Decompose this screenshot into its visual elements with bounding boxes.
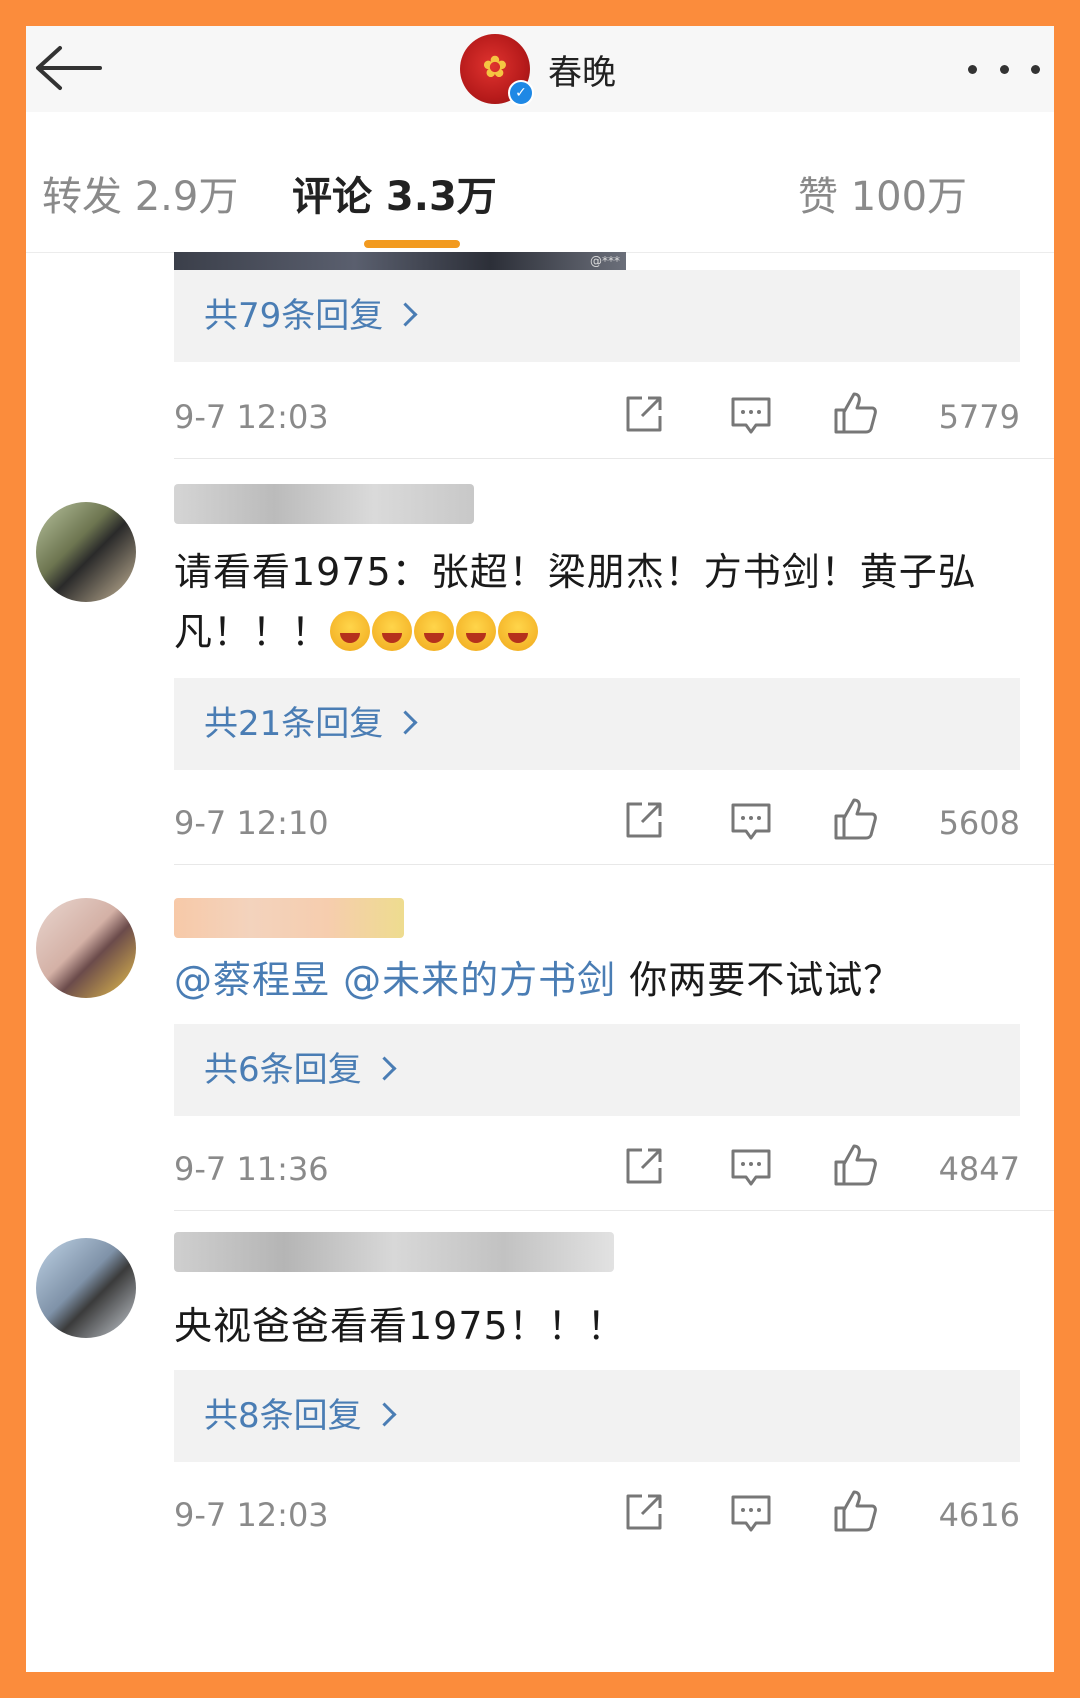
username-blurred[interactable] bbox=[174, 898, 404, 938]
emoji-row bbox=[330, 610, 540, 654]
chevron-right-icon bbox=[372, 1056, 397, 1081]
like-count: 5608 bbox=[938, 804, 1020, 842]
comment-text: 请看看1975：张超！梁朋杰！方书剑！黄子弘凡！！！ bbox=[174, 550, 977, 654]
username-blurred[interactable] bbox=[174, 1232, 614, 1272]
tab-comments[interactable]: 评论 3.3万 bbox=[292, 174, 497, 220]
comment-meta: 9-7 12:10 5608 bbox=[174, 796, 1020, 846]
like-count: 4847 bbox=[938, 1150, 1020, 1188]
thumbs-up-icon[interactable] bbox=[832, 796, 878, 842]
comment-time: 9-7 12:03 bbox=[174, 398, 329, 436]
thumbs-up-icon[interactable] bbox=[832, 1488, 878, 1534]
replies-link[interactable]: 共79条回复 bbox=[174, 270, 1020, 362]
share-icon[interactable] bbox=[624, 1146, 664, 1186]
tab-likes[interactable]: 赞 100万 bbox=[798, 174, 967, 220]
like-count: 5779 bbox=[938, 398, 1020, 436]
replies-label: 共8条回复 bbox=[204, 1396, 362, 1436]
tab-reposts[interactable]: 转发 2.9万 bbox=[42, 174, 238, 220]
replies-link[interactable]: 共6条回复 bbox=[174, 1024, 1020, 1116]
chevron-right-icon bbox=[393, 302, 418, 327]
chevron-right-icon bbox=[372, 1402, 397, 1427]
laughing-crying-emoji-icon bbox=[498, 611, 539, 651]
divider bbox=[174, 458, 1054, 459]
more-dots-icon[interactable] bbox=[968, 54, 1040, 84]
comment-time: 9-7 12:03 bbox=[174, 1496, 329, 1534]
share-icon[interactable] bbox=[624, 1492, 664, 1532]
thumbs-up-icon[interactable] bbox=[832, 1142, 878, 1188]
replies-link[interactable]: 共8条回复 bbox=[174, 1370, 1020, 1462]
back-arrow-icon[interactable] bbox=[30, 42, 106, 94]
comment-text: 你两要不试试？ bbox=[629, 958, 903, 1002]
divider bbox=[174, 1210, 1054, 1211]
user-avatar[interactable] bbox=[36, 1238, 136, 1338]
chevron-right-icon bbox=[393, 710, 418, 735]
laughing-crying-emoji-icon bbox=[414, 611, 455, 651]
top-bar: ✿ ✓ 春晚 bbox=[26, 26, 1054, 113]
replies-label: 共21条回复 bbox=[204, 704, 384, 744]
comment-meta: 9-7 11:36 4847 bbox=[174, 1142, 1020, 1192]
comment-icon[interactable] bbox=[730, 1148, 772, 1188]
username-blurred[interactable] bbox=[174, 484, 474, 524]
comment-body: 央视爸爸看看1975！！！ bbox=[174, 1296, 994, 1356]
share-icon[interactable] bbox=[624, 394, 664, 434]
comment-icon[interactable] bbox=[730, 1494, 772, 1534]
tab-bar: 转发 2.9万 评论 3.3万 赞 100万 bbox=[26, 112, 1054, 253]
verified-badge-icon: ✓ bbox=[508, 80, 534, 106]
comment-body: 请看看1975：张超！梁朋杰！方书剑！黄子弘凡！！！ bbox=[174, 542, 994, 662]
comment-icon[interactable] bbox=[730, 802, 772, 842]
comment-meta: 9-7 12:03 4616 bbox=[174, 1488, 1020, 1538]
image-watermark: @*** bbox=[590, 254, 620, 268]
mention-link[interactable]: @未来的方书剑 bbox=[343, 958, 616, 1002]
comment-meta: 9-7 12:03 5779 bbox=[174, 390, 1020, 440]
comment-icon[interactable] bbox=[730, 396, 772, 436]
share-icon[interactable] bbox=[624, 800, 664, 840]
laughing-crying-emoji-icon bbox=[330, 611, 371, 651]
chinese-knot-icon: ✿ bbox=[482, 50, 508, 85]
like-count: 4616 bbox=[938, 1496, 1020, 1534]
mention-link[interactable]: @蔡程昱 bbox=[174, 958, 330, 1002]
comment-time: 9-7 11:36 bbox=[174, 1150, 329, 1188]
thumbs-up-icon[interactable] bbox=[832, 390, 878, 436]
comment-image-strip[interactable]: @*** bbox=[174, 252, 626, 270]
laughing-crying-emoji-icon bbox=[456, 611, 497, 651]
weibo-comments-screen: ✿ ✓ 春晚 转发 2.9万 评论 3.3万 赞 100万 @*** 共79条回… bbox=[26, 26, 1054, 1672]
replies-link[interactable]: 共21条回复 bbox=[174, 678, 1020, 770]
comment-body: @蔡程昱 @未来的方书剑 你两要不试试？ bbox=[174, 950, 994, 1010]
account-name: 春晚 bbox=[548, 52, 616, 93]
user-avatar[interactable] bbox=[36, 502, 136, 602]
divider bbox=[174, 864, 1054, 865]
user-avatar[interactable] bbox=[36, 898, 136, 998]
active-tab-indicator bbox=[364, 240, 460, 248]
laughing-crying-emoji-icon bbox=[372, 611, 413, 651]
replies-label: 共79条回复 bbox=[204, 296, 384, 336]
comment-time: 9-7 12:10 bbox=[174, 804, 329, 842]
account-avatar[interactable]: ✿ ✓ bbox=[460, 34, 534, 106]
replies-label: 共6条回复 bbox=[204, 1050, 362, 1090]
comment-text: 央视爸爸看看1975！！！ bbox=[174, 1304, 626, 1348]
account-header[interactable]: ✿ ✓ 春晚 bbox=[460, 26, 616, 112]
